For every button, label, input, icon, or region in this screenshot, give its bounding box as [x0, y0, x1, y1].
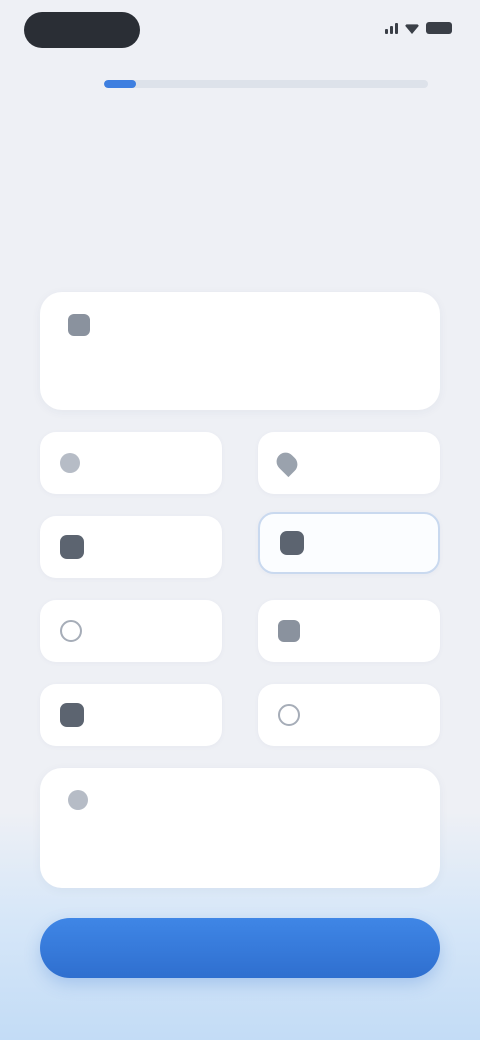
- progress-fill: [104, 80, 137, 88]
- status-bar: [0, 0, 480, 62]
- option-tile-3[interactable]: [40, 516, 222, 578]
- continue-button[interactable]: [40, 918, 440, 978]
- ring-icon: [278, 704, 300, 726]
- option-tile-2[interactable]: [258, 432, 440, 494]
- option-card-bottom[interactable]: [40, 768, 440, 888]
- option-tile-7[interactable]: [40, 684, 222, 746]
- circle-icon: [60, 453, 80, 473]
- option-tile-8[interactable]: [258, 684, 440, 746]
- ring-icon: [60, 620, 82, 642]
- square-icon: [280, 531, 304, 555]
- onboarding-progress: [104, 80, 428, 88]
- option-icon: [68, 790, 88, 810]
- option-tile-6[interactable]: [258, 600, 440, 662]
- option-tile-4[interactable]: [258, 512, 440, 574]
- wifi-icon: [404, 24, 420, 34]
- status-time: [24, 12, 140, 48]
- square-icon: [278, 620, 300, 642]
- signal-icon: [385, 22, 398, 34]
- pin-icon: [272, 448, 302, 478]
- option-card-top[interactable]: [40, 292, 440, 410]
- status-icons: [385, 22, 452, 34]
- option-tile-1[interactable]: [40, 432, 222, 494]
- battery-icon: [426, 22, 452, 34]
- square-icon: [60, 703, 84, 727]
- square-icon: [60, 535, 84, 559]
- option-icon: [68, 314, 90, 336]
- option-tile-5[interactable]: [40, 600, 222, 662]
